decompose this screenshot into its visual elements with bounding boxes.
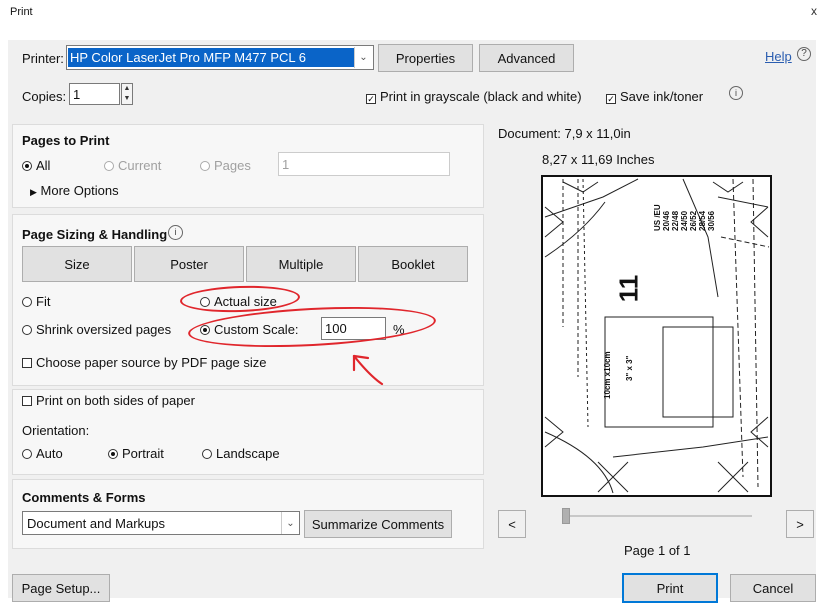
- document-size: Document: 7,9 x 11,0in: [498, 126, 631, 141]
- copies-field[interactable]: 1: [69, 83, 120, 105]
- triangle-right-icon: ▶: [30, 187, 37, 197]
- page-slider-track[interactable]: [562, 515, 752, 517]
- pattern-size-number: 11: [613, 274, 644, 303]
- tab-poster[interactable]: Poster: [134, 246, 244, 282]
- copies-stepper[interactable]: ▲ ▼: [121, 83, 133, 105]
- paper-source-option[interactable]: Choose paper source by PDF page size: [22, 355, 267, 370]
- printer-select-value: HP Color LaserJet Pro MFP M477 PCL 6: [68, 48, 354, 67]
- help-link[interactable]: Help: [765, 49, 792, 64]
- comments-select-value: Document and Markups: [27, 516, 166, 531]
- tab-size[interactable]: Size: [22, 246, 132, 282]
- properties-button[interactable]: Properties: [378, 44, 473, 72]
- radio-all[interactable]: All: [22, 158, 50, 173]
- grayscale-option[interactable]: ✓ Print in grayscale (black and white): [366, 89, 582, 104]
- pages-range-field[interactable]: 1: [278, 152, 450, 176]
- save-ink-option[interactable]: ✓ Save ink/toner: [606, 89, 703, 104]
- annotation-arrow-icon: [352, 354, 384, 386]
- radio-shrink-indicator[interactable]: [22, 325, 32, 335]
- window-title: Print: [10, 6, 33, 18]
- close-icon[interactable]: x: [811, 4, 817, 18]
- radio-current[interactable]: Current: [104, 158, 161, 173]
- radio-current-indicator[interactable]: [104, 161, 114, 171]
- radio-landscape-indicator[interactable]: [202, 449, 212, 459]
- duplex-checkbox[interactable]: [22, 396, 32, 406]
- radio-auto-indicator[interactable]: [22, 449, 32, 459]
- radio-pages[interactable]: Pages: [200, 158, 251, 173]
- box-label-in: 3" x 3": [625, 355, 634, 381]
- radio-portrait[interactable]: Portrait: [108, 446, 164, 461]
- help-icon[interactable]: ?: [797, 47, 811, 61]
- orientation-label: Orientation:: [22, 423, 90, 438]
- more-options-toggle[interactable]: ▶ More Options: [30, 183, 119, 198]
- grayscale-checkbox[interactable]: ✓: [366, 94, 376, 104]
- radio-shrink[interactable]: Shrink oversized pages: [22, 322, 171, 337]
- page-indicator: Page 1 of 1: [624, 543, 691, 558]
- tab-multiple[interactable]: Multiple: [246, 246, 356, 282]
- info-icon[interactable]: i: [168, 225, 183, 240]
- radio-landscape[interactable]: Landscape: [202, 446, 280, 461]
- radio-auto[interactable]: Auto: [22, 446, 63, 461]
- advanced-button[interactable]: Advanced: [479, 44, 574, 72]
- comments-select[interactable]: Document and Markups ⌄: [22, 511, 300, 535]
- duplex-option[interactable]: Print on both sides of paper: [22, 393, 195, 408]
- save-ink-checkbox[interactable]: ✓: [606, 94, 616, 104]
- radio-all-indicator[interactable]: [22, 161, 32, 171]
- next-page-button[interactable]: >: [786, 510, 814, 538]
- page-slider-thumb[interactable]: [562, 508, 570, 524]
- box-label-cm: 10cm x10cm: [603, 351, 612, 399]
- print-button[interactable]: Print: [622, 573, 718, 603]
- tab-booklet[interactable]: Booklet: [358, 246, 468, 282]
- comments-forms-title: Comments & Forms: [22, 490, 146, 505]
- copies-label: Copies:: [22, 89, 67, 104]
- pages-to-print-title: Pages to Print: [22, 133, 110, 148]
- radio-pages-indicator[interactable]: [200, 161, 210, 171]
- printer-select[interactable]: HP Color LaserJet Pro MFP M477 PCL 6 ⌄: [66, 45, 374, 70]
- prev-page-button[interactable]: <: [498, 510, 526, 538]
- cancel-button[interactable]: Cancel: [730, 574, 816, 602]
- summarize-comments-button[interactable]: Summarize Comments: [304, 510, 452, 538]
- pattern-size-list: US /EU 20/46 22/48 24/50 26/52 28/54 30/…: [653, 204, 716, 231]
- radio-portrait-indicator[interactable]: [108, 449, 118, 459]
- paper-source-checkbox[interactable]: [22, 358, 32, 368]
- chevron-down-icon[interactable]: ⌄: [354, 47, 372, 68]
- page-preview: 11 US /EU 20/46 22/48 24/50 26/52 28/54 …: [541, 175, 772, 497]
- info-icon[interactable]: i: [729, 86, 743, 100]
- radio-fit[interactable]: Fit: [22, 294, 50, 309]
- chevron-down-icon[interactable]: ⌄: [281, 512, 299, 534]
- printer-label: Printer:: [22, 51, 64, 66]
- paper-size: 8,27 x 11,69 Inches: [542, 152, 655, 167]
- radio-fit-indicator[interactable]: [22, 297, 32, 307]
- page-setup-button[interactable]: Page Setup...: [12, 574, 110, 602]
- page-sizing-title: Page Sizing & Handling: [22, 227, 168, 242]
